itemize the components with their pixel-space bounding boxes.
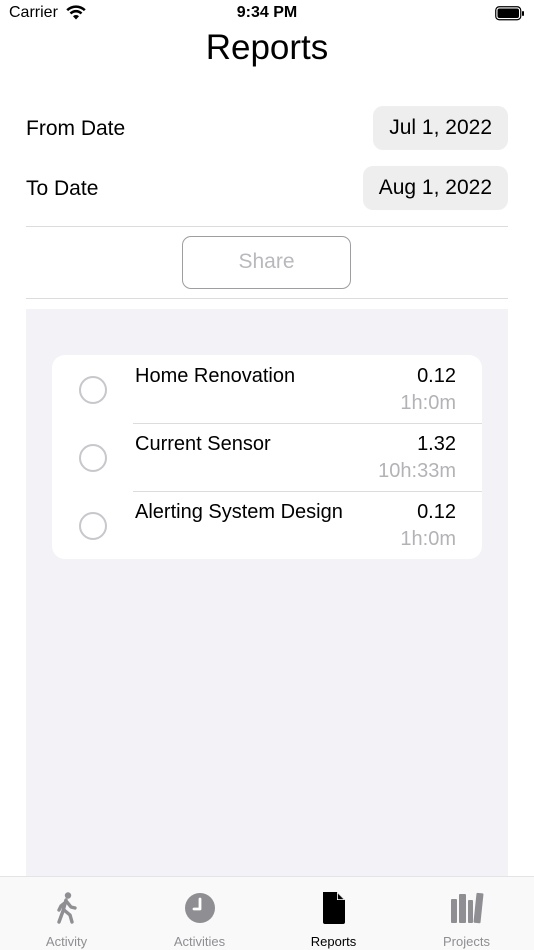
walking-figure-icon [56, 892, 77, 924]
project-duration: 1h:0m [400, 392, 456, 414]
project-list: Home Renovation 0.12 1h:0m Current Senso… [52, 355, 482, 559]
tab-projects[interactable]: Projects [400, 877, 533, 950]
from-date-label: From Date [26, 117, 126, 140]
status-time: 9:34 PM [236, 4, 298, 21]
project-value: 1.32 [417, 433, 456, 455]
radio-unchecked-icon[interactable] [79, 376, 107, 404]
share-button[interactable]: Share [182, 236, 351, 289]
battery-icon [495, 6, 524, 21]
to-date-label: To Date [26, 177, 99, 200]
divider [26, 226, 508, 227]
project-name: Alerting System Design [135, 501, 343, 523]
status-bar: Carrier 9:34 PM [0, 0, 534, 28]
project-duration: 1h:0m [400, 528, 456, 550]
tab-activities[interactable]: Activities [133, 877, 266, 950]
reports-screen: Carrier 9:34 PM Reports From Date Jul 1,… [0, 0, 534, 950]
to-date-row: To Date Aug 1, 2022 [26, 166, 508, 212]
tab-label: Activity [45, 934, 88, 949]
project-name: Home Renovation [135, 365, 296, 387]
from-date-row: From Date Jul 1, 2022 [26, 106, 508, 152]
books-icon [450, 892, 483, 924]
tab-label: Projects [443, 934, 490, 949]
clock-icon [184, 893, 215, 923]
from-date-picker[interactable]: Jul 1, 2022 [373, 106, 508, 150]
tab-activity[interactable]: Activity [0, 877, 133, 950]
project-row[interactable]: Current Sensor 1.32 10h:33m [52, 423, 482, 491]
radio-unchecked-icon[interactable] [79, 512, 107, 540]
project-name: Current Sensor [135, 433, 271, 455]
to-date-picker[interactable]: Aug 1, 2022 [362, 166, 508, 210]
tab-reports[interactable]: Reports [267, 877, 400, 950]
tab-label: Reports [310, 934, 357, 949]
project-row[interactable]: Alerting System Design 0.12 1h:0m [52, 491, 482, 559]
document-icon [322, 892, 345, 924]
page-title: Reports [205, 28, 329, 67]
project-row[interactable]: Home Renovation 0.12 1h:0m [52, 355, 482, 423]
project-value: 0.12 [417, 365, 456, 387]
tab-label: Activities [173, 934, 226, 949]
project-duration: 10h:33m [378, 460, 456, 482]
divider [26, 298, 508, 299]
report-list-area: Home Renovation 0.12 1h:0m Current Senso… [26, 309, 508, 876]
project-value: 0.12 [417, 501, 456, 523]
tab-bar: Activity Activities Reports Projects [0, 876, 534, 950]
radio-unchecked-icon[interactable] [79, 444, 107, 472]
